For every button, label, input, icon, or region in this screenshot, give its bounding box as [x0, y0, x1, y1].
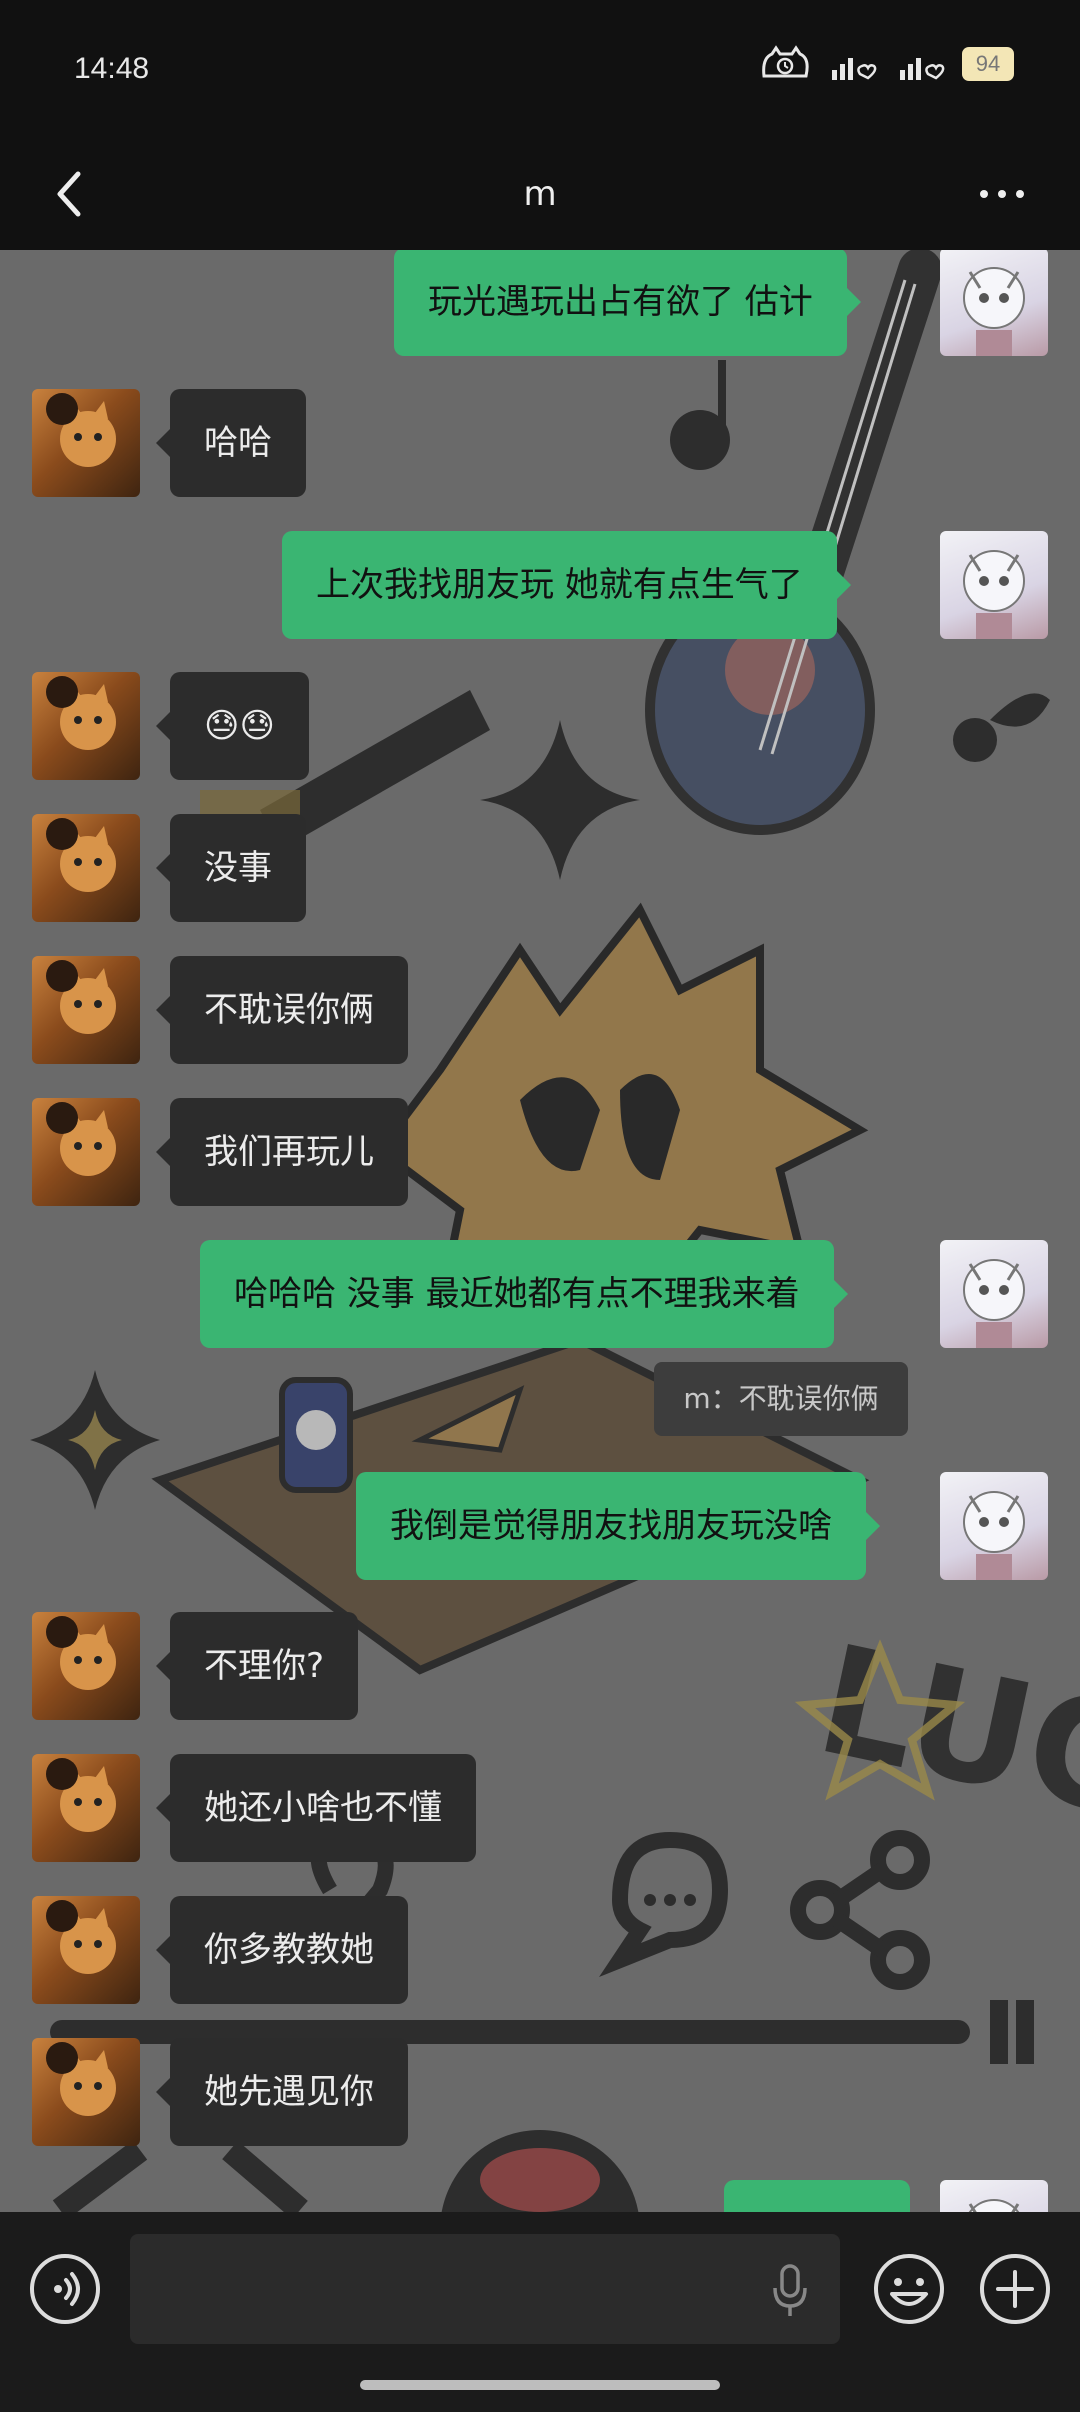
- alarm-cat-icon: [762, 45, 809, 78]
- message-bubble-in[interactable]: 她还小啥也不懂: [156, 1754, 476, 1862]
- input-bar: [0, 2212, 1080, 2412]
- quoted-message[interactable]: m：不耽误你俩: [654, 1362, 908, 1436]
- message-bubble-out[interactable]: 哈哈哈 没事 最近她都有点不理我来着: [200, 1240, 848, 1348]
- message-bubble-in[interactable]: 哈哈: [156, 389, 306, 497]
- microphone-icon[interactable]: [770, 2260, 810, 2320]
- signal-icon: [832, 58, 877, 80]
- add-attachment-icon[interactable]: [978, 2252, 1052, 2326]
- contact-avatar[interactable]: [32, 956, 140, 1064]
- more-dot-icon: [1016, 190, 1024, 198]
- message-bubble-in[interactable]: 你多教教她: [156, 1896, 408, 2004]
- chat-title: m: [523, 174, 557, 214]
- contact-avatar[interactable]: [32, 672, 140, 780]
- status-bar: 14:48 94: [0, 0, 1080, 140]
- message-bubble-out[interactable]: [724, 2180, 910, 2212]
- my-avatar[interactable]: [940, 250, 1048, 356]
- message-bubble-in[interactable]: 😓😓: [156, 672, 309, 780]
- home-indicator[interactable]: [360, 2380, 720, 2390]
- message-bubble-in[interactable]: 没事: [156, 814, 306, 922]
- contact-avatar[interactable]: [32, 1896, 140, 2004]
- battery-indicator: 94: [962, 47, 1014, 81]
- contact-avatar[interactable]: [32, 2038, 140, 2146]
- message-input[interactable]: [130, 2234, 840, 2344]
- status-icons: 94: [758, 44, 1014, 84]
- message-bubble-in[interactable]: 我们再玩儿: [156, 1098, 408, 1206]
- message-bubble-out[interactable]: 我倒是觉得朋友找朋友玩没啥: [356, 1472, 880, 1580]
- contact-avatar[interactable]: [32, 1612, 140, 1720]
- message-bubble-in[interactable]: 她先遇见你: [156, 2038, 408, 2146]
- message-bubble-out[interactable]: 玩光遇玩出占有欲了 估计: [394, 250, 861, 356]
- chat-header: m: [0, 140, 1080, 250]
- message-bubble-out[interactable]: 上次我找朋友玩 她就有点生气了: [282, 531, 851, 639]
- signal-icon-2: [900, 58, 945, 80]
- my-avatar[interactable]: [940, 2180, 1048, 2212]
- voice-mode-icon[interactable]: [28, 2252, 102, 2326]
- contact-avatar[interactable]: [32, 1754, 140, 1862]
- more-options-button[interactable]: [962, 162, 1042, 226]
- my-avatar[interactable]: [940, 1472, 1048, 1580]
- my-avatar[interactable]: [940, 1240, 1048, 1348]
- contact-avatar[interactable]: [32, 1098, 140, 1206]
- contact-avatar[interactable]: [32, 389, 140, 497]
- my-avatar[interactable]: [940, 531, 1048, 639]
- message-bubble-in[interactable]: 不理你?: [155, 1612, 359, 1720]
- more-dot-icon: [998, 190, 1006, 198]
- message-bubble-in[interactable]: 不耽误你俩: [156, 956, 408, 1064]
- status-time: 14:48: [74, 52, 150, 85]
- emoji-icon[interactable]: [872, 2252, 946, 2326]
- more-dot-icon: [980, 190, 988, 198]
- chat-area[interactable]: LUCK 玩光遇玩出占有欲了 估计 哈哈 上次我找朋友玩 她就有点生气了 😓😓 …: [0, 250, 1080, 2212]
- contact-avatar[interactable]: [32, 814, 140, 922]
